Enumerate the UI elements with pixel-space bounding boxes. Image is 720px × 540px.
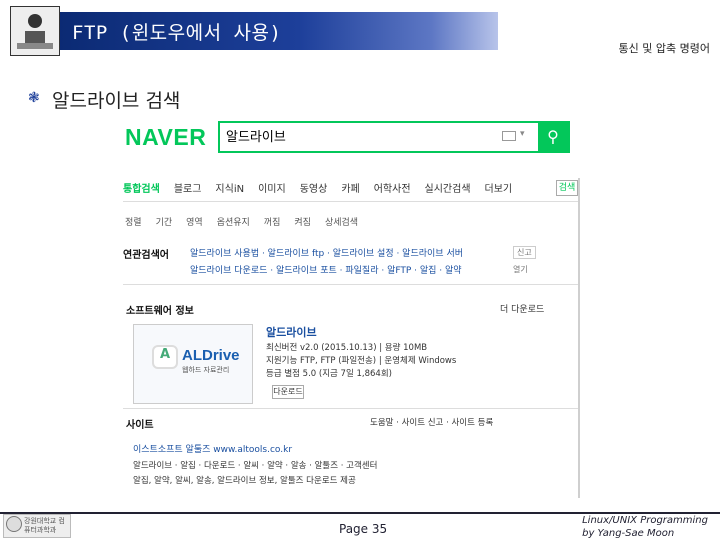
bullet-icon: ❃ (28, 90, 40, 106)
filter-bar: 정렬 기간 영역 옵션유지 꺼짐 켜짐 상세검색 (125, 215, 358, 228)
tab-cafe[interactable]: 카페 (341, 180, 359, 195)
tab-integrated[interactable]: 통합검색 (123, 180, 160, 195)
tab-kin[interactable]: 지식iN (215, 180, 244, 195)
sites-heading: 사이트 (126, 420, 154, 431)
related-links-row[interactable]: 알드라이브 다운로드 · 알드라이브 포트 · 파일질라 · 알FTP · 알집… (190, 263, 462, 276)
search-box: ▾ ⚲ (218, 121, 570, 153)
aldrive-icon: A (152, 345, 178, 369)
keyboard-icon[interactable] (502, 131, 516, 141)
filter-off[interactable]: 꺼짐 (264, 215, 281, 228)
search-tabs: 통합검색 블로그 지식iN 이미지 동영상 카페 어학사전 실시간검색 더보기 (123, 180, 512, 195)
expand-button[interactable]: 열기 (513, 264, 528, 275)
filter-option-keep[interactable]: 옵션유지 (217, 215, 250, 228)
related-links-row[interactable]: 알드라이브 사용법 · 알드라이브 ftp · 알드라이브 설정 · 알드라이브… (190, 246, 463, 259)
thumbnail-name: ALDrive (182, 347, 240, 364)
filter-on[interactable]: 켜짐 (294, 215, 311, 228)
tab-video[interactable]: 동영상 (300, 180, 328, 195)
site-result-nav[interactable]: 알드라이브 · 알집 · 다운로드 · 알씨 · 알약 · 알송 · 알툴즈 ·… (133, 459, 377, 471)
search-button[interactable]: ⚲ (538, 123, 568, 151)
chevron-down-icon[interactable]: ▾ (520, 129, 525, 139)
divider (123, 284, 578, 285)
filter-area[interactable]: 영역 (186, 215, 203, 228)
university-seal-icon (6, 516, 22, 532)
tab-more[interactable]: 더보기 (485, 180, 513, 195)
software-name-link[interactable]: 알드라이브 (266, 324, 317, 340)
course-subtitle: 통신 및 압축 명령어 (618, 42, 710, 55)
software-info-line: 최신버전 v2.0 (2015.10.13) | 용량 10MB (266, 343, 428, 353)
university-logo: 강원대학교 컴퓨터과학과 (3, 514, 71, 538)
tab-image[interactable]: 이미지 (258, 180, 286, 195)
scrollbar[interactable] (578, 178, 580, 498)
filter-detail[interactable]: 상세검색 (325, 215, 358, 228)
thumbnail-caption: 웹하드 자료관리 (182, 366, 230, 374)
section-title: 알드라이브 검색 (52, 90, 181, 112)
site-result-title[interactable]: 이스트소프트 알툴즈 www.altools.co.kr (133, 442, 292, 455)
credit-line-2: by Yang-Sae Moon (582, 528, 675, 539)
software-heading: 소프트웨어 정보 (126, 306, 194, 317)
related-label: 연관검색어 (123, 250, 169, 261)
software-info-line: 지원기능 FTP, FTP (파일전송) | 운영체제 Windows (266, 356, 457, 366)
page-number: Page 35 (339, 522, 388, 536)
site-result-description: 알집, 알약, 알씨, 알송, 알드라이브 정보, 알툴즈 다운로드 제공 (133, 476, 356, 486)
download-button[interactable]: 다운로드 (272, 385, 304, 399)
sites-links[interactable]: 도움말 · 사이트 신고 · 사이트 등록 (370, 416, 493, 428)
more-download-link[interactable]: 더 다운로드 (500, 302, 544, 315)
report-button[interactable]: 신고 (513, 246, 536, 259)
filter-period[interactable]: 기간 (156, 215, 173, 228)
tab-dictionary[interactable]: 어학사전 (374, 180, 411, 195)
slide-title: FTP (윈도우에서 사용) (72, 22, 282, 44)
software-info-line: 등급 별점 5.0 (지금 7일 1,864회) (266, 369, 392, 379)
divider (123, 201, 578, 202)
filter-sort[interactable]: 정렬 (125, 215, 142, 228)
tab-blog[interactable]: 블로그 (174, 180, 202, 195)
credit-line-1: Linux/UNIX Programming (582, 515, 708, 526)
software-thumbnail[interactable]: A ALDrive 웹하드 자료관리 (133, 324, 253, 404)
divider (123, 408, 578, 409)
course-credit: Linux/UNIX Programming by Yang-Sae Moon (582, 514, 708, 540)
tab-search-button[interactable]: 검색 (556, 180, 578, 196)
search-input[interactable] (226, 128, 496, 143)
university-logo-text: 강원대학교 컴퓨터과학과 (24, 517, 65, 534)
tab-realtime[interactable]: 실시간검색 (425, 180, 471, 195)
reader-logo-icon (10, 6, 60, 56)
naver-logo[interactable]: NAVER (125, 124, 206, 151)
